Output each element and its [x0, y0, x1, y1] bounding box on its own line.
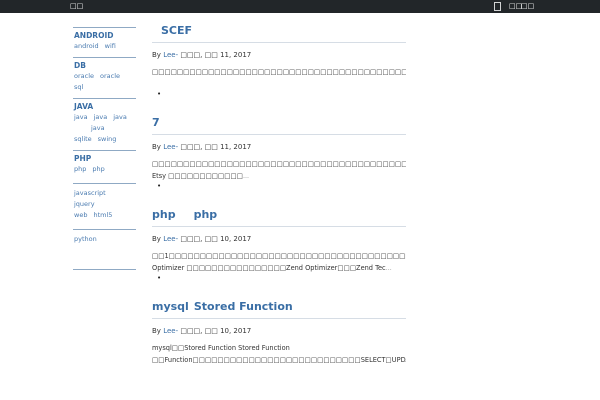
post-title-text[interactable]: php [152, 208, 176, 221]
author-link[interactable]: Lee- [163, 143, 178, 151]
tag-link[interactable]: java [91, 123, 105, 134]
category-python: python [73, 229, 136, 245]
home-link[interactable]: □□ [70, 1, 83, 11]
tag-link[interactable]: javascript [74, 188, 106, 199]
post-meta: By Lee- □□□, □□ 11, 2017 [152, 142, 406, 152]
excerpt-text: □□□□□□□□□□□□□□□□□□□□□□□□□□□□□□□□□□□□□□□□… [152, 160, 406, 180]
tag-link[interactable]: swing [98, 134, 117, 145]
tag-link[interactable]: android [74, 41, 99, 52]
post-item: 7 By Lee- □□□, □□ 11, 2017 □□□□□□□□□□□□□… [152, 114, 406, 206]
post-item: SCEF By Lee- □□□, □□ 11, 2017 □□□□□□□□□□… [152, 22, 406, 114]
post-title-text[interactable]: php [194, 208, 218, 221]
tag-link[interactable]: jquery [74, 199, 95, 210]
post-excerpt: mysql□□Stored Function Stored Function □… [152, 342, 406, 366]
read-more[interactable]: … [243, 173, 249, 180]
author-link[interactable]: Lee- [163, 327, 178, 335]
post-title-text[interactable]: Stored Function [194, 300, 293, 313]
meta-by: By [152, 235, 161, 243]
author-link[interactable]: Lee- [163, 51, 178, 59]
read-more[interactable]: … [386, 265, 392, 272]
search-icon[interactable] [494, 1, 501, 12]
category-sidebar: ANDROID android wifi DB oracle oracle sql … [73, 27, 136, 270]
tag-link[interactable]: java [94, 112, 108, 123]
post-date: □□□, □□ 11, 2017 [178, 143, 252, 151]
tag-link[interactable]: php [92, 164, 104, 175]
post-title-text[interactable]: SCEF [161, 24, 192, 37]
tag-link[interactable]: sqlite [74, 134, 92, 145]
category-web: javascriptjquery web html5 [73, 183, 136, 221]
tag-link[interactable]: web [74, 210, 87, 221]
top-navbar: □□ □□ □□ [0, 0, 600, 13]
post-list: SCEF By Lee- □□□, □□ 11, 2017 □□□□□□□□□□… [152, 22, 406, 390]
post-date: □□□, □□ 10, 2017 [178, 235, 252, 243]
post-title[interactable]: php php [152, 206, 406, 227]
post-title[interactable]: SCEF [152, 22, 406, 43]
meta-by: By [152, 51, 161, 59]
post-excerpt: □□□□□□□□□□□□□□□□□□□□□□□□□□□□□□□□□□□□□□□□… [152, 66, 406, 90]
list-bullet: • [157, 182, 162, 190]
excerpt-text: □□□□□□□□□□□□□□□□□□□□□□□□□□□□□□□□□□□□□□□□… [152, 68, 406, 76]
category-title[interactable]: ANDROID [73, 30, 136, 41]
excerpt-text: □□1□□□□□□□□□□□□□□□□□□□□□□□□□□□□□□□□□□□□□… [152, 252, 406, 272]
category-android: ANDROID android wifi [73, 27, 136, 52]
post-title-text[interactable]: mysql [152, 300, 189, 313]
meta-by: By [152, 143, 161, 151]
post-title[interactable]: 7 [152, 114, 406, 135]
tag-link[interactable]: java [74, 112, 88, 123]
tag-link[interactable]: php [74, 164, 86, 175]
category-title[interactable]: DB [73, 60, 136, 71]
list-bullet: • [157, 90, 162, 98]
post-date: □□□, □□ 11, 2017 [178, 51, 252, 59]
category-title[interactable]: PHP [73, 153, 136, 164]
tag-link[interactable]: oracle [74, 71, 94, 82]
category-title[interactable]: JAVA [73, 101, 136, 112]
excerpt-text: mysql□□Stored Function Stored Function □… [152, 344, 406, 364]
tag-link[interactable]: html5 [93, 210, 112, 221]
author-link[interactable]: Lee- [163, 235, 178, 243]
post-title-text[interactable]: 7 [152, 116, 160, 129]
post-meta: By Lee- □□□, □□ 10, 2017 [152, 234, 406, 244]
category-java: JAVA java java java java sqlite swing [73, 98, 136, 145]
category-php: PHP php php [73, 150, 136, 175]
tag-link[interactable]: oracle [100, 71, 120, 82]
tag-link[interactable]: sql [74, 82, 83, 93]
post-date: □□□, □□ 10, 2017 [178, 327, 252, 335]
meta-by: By [152, 327, 161, 335]
list-bullet: • [157, 274, 162, 282]
post-title[interactable]: mysql Stored Function [152, 298, 406, 319]
post-item: php php By Lee- □□□, □□ 10, 2017 □□1□□□□□… [152, 206, 406, 298]
category-db: DB oracle oracle sql [73, 57, 136, 93]
post-meta: By Lee- □□□, □□ 10, 2017 [152, 326, 406, 336]
post-item: mysql Stored Function By Lee- □□□, □□ 10,… [152, 298, 406, 390]
post-excerpt: □□1□□□□□□□□□□□□□□□□□□□□□□□□□□□□□□□□□□□□□… [152, 250, 406, 274]
post-excerpt: □□□□□□□□□□□□□□□□□□□□□□□□□□□□□□□□□□□□□□□□… [152, 158, 406, 182]
tag-link[interactable]: java [113, 112, 127, 123]
tag-link[interactable]: wifi [105, 41, 116, 52]
sidebar-divider [73, 269, 136, 270]
tag-link[interactable]: python [74, 234, 97, 245]
nav-link[interactable]: □□ [521, 1, 534, 11]
post-meta: By Lee- □□□, □□ 11, 2017 [152, 50, 406, 60]
